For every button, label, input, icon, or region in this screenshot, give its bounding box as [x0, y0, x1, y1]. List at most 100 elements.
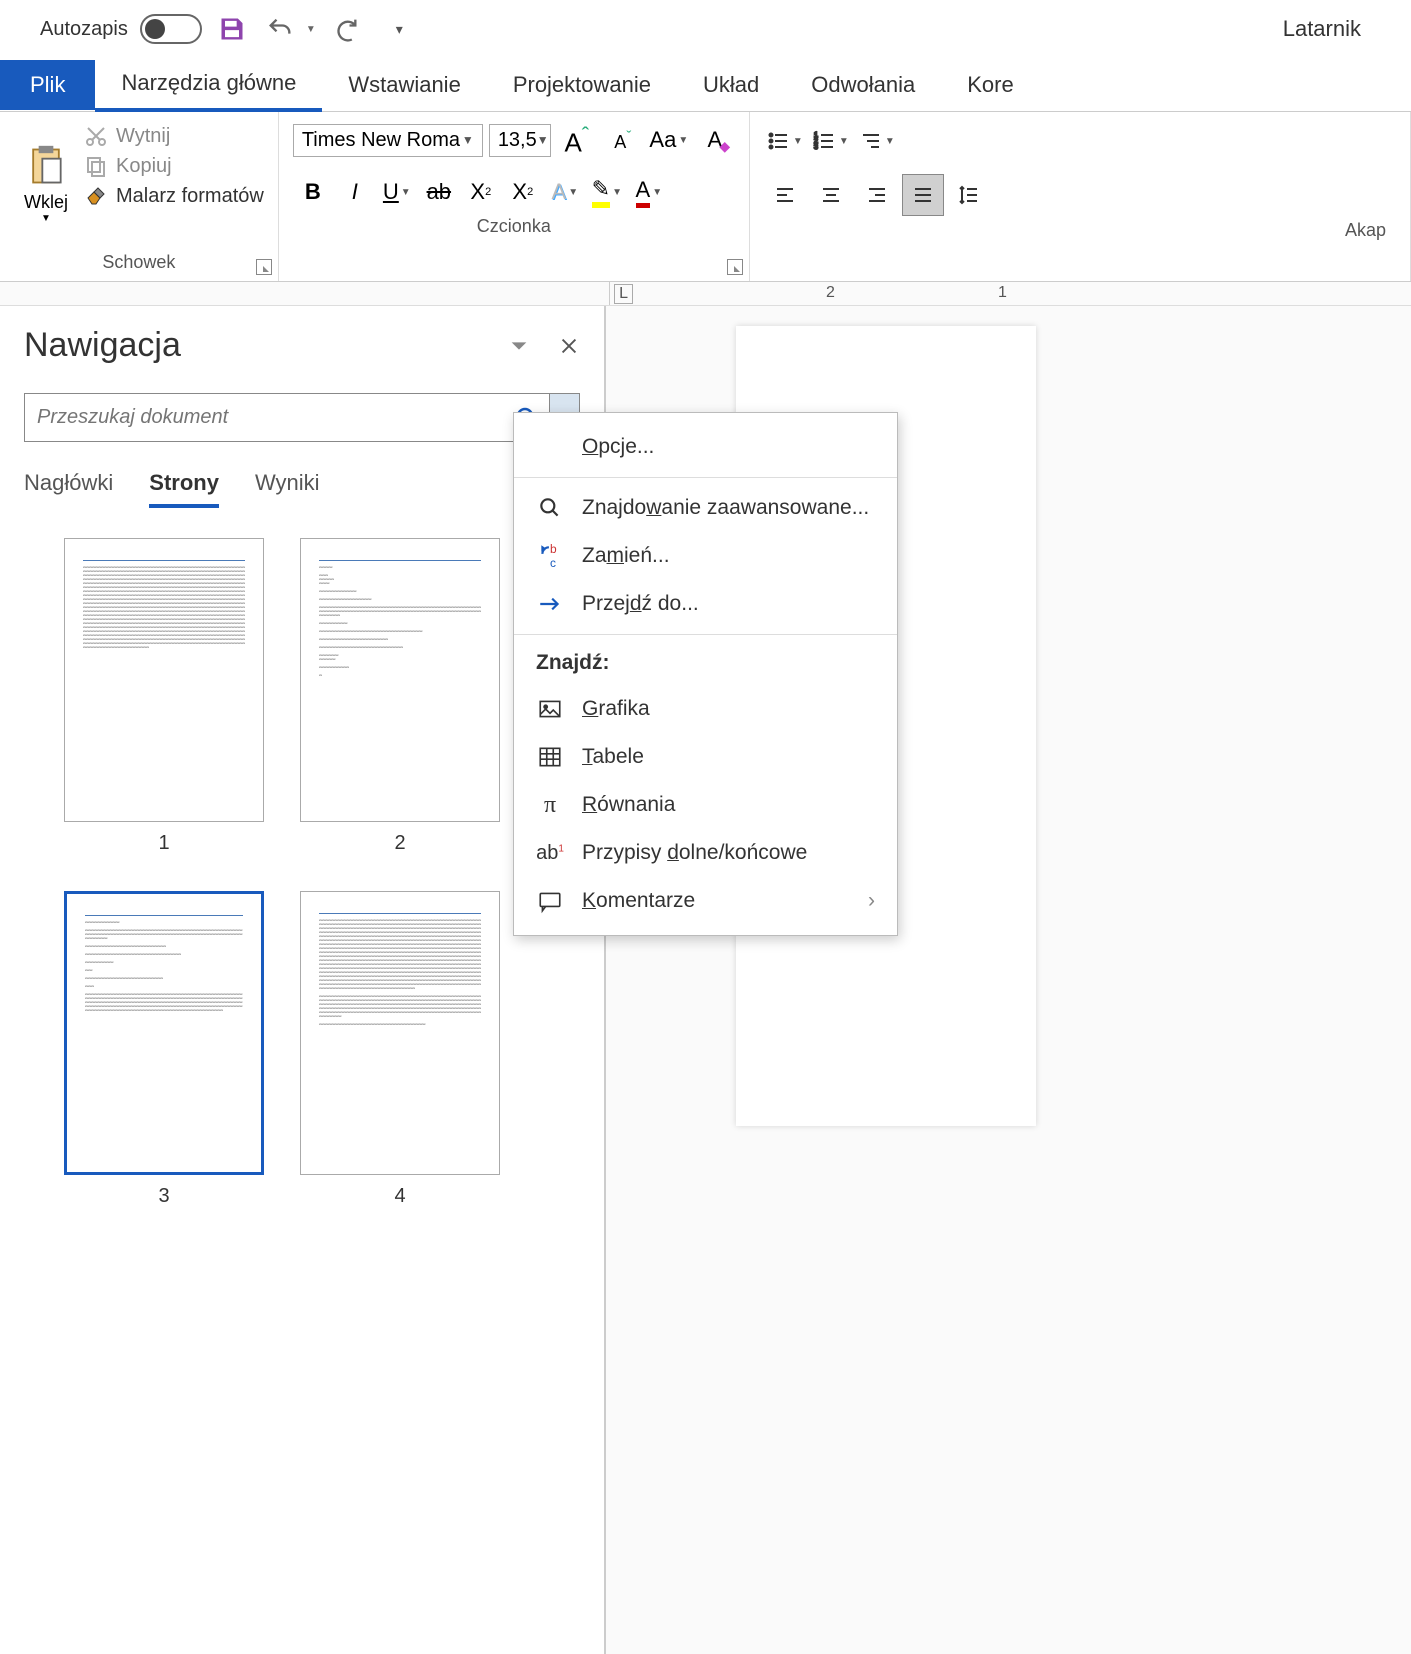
quick-access-toolbar: Autozapis ▼ ▾ Latarnik	[0, 0, 1411, 58]
menu-footnotes[interactable]: ab1 Przypisy dolne/końcowe	[514, 829, 897, 877]
group-label-paragraph: Akap	[764, 216, 1396, 241]
align-center-button[interactable]	[810, 174, 852, 216]
justify-button[interactable]	[902, 174, 944, 216]
menu-goto[interactable]: Przejdź do...	[514, 580, 897, 628]
navigation-tabs: Nagłówki Strony Wyniki	[24, 470, 580, 508]
align-right-button[interactable]	[856, 174, 898, 216]
numbering-button[interactable]: 123▼	[810, 120, 852, 162]
group-label-font: Czcionka	[293, 212, 735, 237]
undo-dropdown[interactable]: ▼	[306, 24, 316, 35]
page-thumbnails: xxxxxxxxxxxxxxxxxxxxxxxxxxxxxxxxxxxxxxxx…	[24, 538, 580, 1208]
scissors-icon	[84, 124, 108, 148]
tab-insert[interactable]: Wstawianie	[322, 60, 486, 110]
nav-tab-pages[interactable]: Strony	[149, 470, 219, 508]
group-font: Times New Roma▼ 13,5▼ Aˆ Aˇ Aa▼ A◆ B I U…	[279, 112, 750, 281]
menu-options[interactable]: Opcje...	[514, 423, 897, 471]
page-thumbnail[interactable]: xxxxxxxxxxxxxxxxxxxxxxxxxxxxxxxxxxxxxxxx…	[64, 538, 264, 822]
save-button[interactable]	[214, 11, 250, 47]
nav-close-icon[interactable]	[558, 335, 580, 357]
font-color-button[interactable]: A▼	[629, 172, 669, 212]
picture-icon	[537, 696, 563, 722]
svg-text:c: c	[550, 556, 556, 569]
italic-button[interactable]: I	[335, 172, 375, 212]
menu-comments[interactable]: Komentarze ›	[514, 877, 897, 925]
qat-customize[interactable]: ▾	[396, 21, 403, 38]
save-icon	[218, 15, 246, 43]
page-thumbnail[interactable]: xxxxxxxxxxxxxxxxxxxxxxxxxxxxxxxxxxxxxxxx…	[64, 891, 264, 1175]
cut-button[interactable]: Wytnij	[84, 124, 264, 148]
page-number: 2	[394, 832, 405, 855]
comment-icon	[537, 888, 563, 914]
ribbon-tabs: Plik Narzędzia główne Wstawianie Projekt…	[0, 58, 1411, 112]
chevron-right-icon: ›	[868, 889, 875, 913]
underline-button[interactable]: U▼	[377, 172, 417, 212]
pi-icon: π	[544, 792, 556, 819]
multilevel-button[interactable]: ▼	[856, 120, 898, 162]
paintbrush-icon	[84, 184, 108, 208]
font-launcher[interactable]	[727, 259, 743, 275]
align-left-button[interactable]	[764, 174, 806, 216]
page-thumbnail[interactable]: xxxxxxxxxxxxxxxxxxxxxxxxxxxxxxxxxxxxxxxx…	[300, 891, 500, 1175]
search-icon	[537, 495, 563, 521]
menu-graphics[interactable]: Grafika	[514, 685, 897, 733]
copy-button[interactable]: Kopiuj	[84, 154, 264, 178]
arrow-right-icon	[537, 591, 563, 617]
footnote-icon: ab1	[536, 842, 564, 865]
autosave-label: Autozapis	[40, 18, 128, 41]
paste-label: Wklej	[24, 192, 68, 213]
tab-layout[interactable]: Układ	[677, 60, 785, 110]
navigation-title: Nawigacja	[24, 326, 181, 365]
tab-file[interactable]: Plik	[0, 60, 95, 110]
font-family-select[interactable]: Times New Roma▼	[293, 124, 483, 157]
search-input[interactable]	[25, 394, 505, 441]
search-dropdown-menu: Opcje... Znajdowanie zaawansowane... bc …	[513, 412, 898, 936]
autosave-toggle[interactable]	[140, 14, 202, 44]
search-box: ▼	[24, 393, 580, 442]
grow-font-button[interactable]: Aˆ	[557, 120, 597, 160]
replace-icon: bc	[537, 543, 563, 569]
undo-icon	[266, 15, 294, 43]
format-painter-button[interactable]: Malarz formatów	[84, 184, 264, 208]
clipboard-launcher[interactable]	[256, 259, 272, 275]
group-clipboard: Wklej ▼ Wytnij Kopiuj Malarz formatów Sc…	[0, 112, 279, 281]
menu-find-section: Znajdź:	[514, 641, 897, 685]
change-case-button[interactable]: Aa▼	[649, 120, 689, 160]
shrink-font-button[interactable]: Aˇ	[603, 120, 643, 160]
document-title: Latarnik	[1283, 16, 1361, 42]
nav-tab-headings[interactable]: Nagłówki	[24, 470, 113, 508]
highlight-button[interactable]: ✎▼	[587, 172, 627, 212]
group-paragraph: ▼ 123▼ ▼ Akap	[750, 112, 1411, 281]
page-number: 1	[158, 832, 169, 855]
undo-button[interactable]	[262, 11, 298, 47]
nav-collapse-icon[interactable]	[508, 335, 530, 357]
svg-text:3: 3	[814, 144, 818, 151]
tab-design[interactable]: Projektowanie	[487, 60, 677, 110]
menu-replace[interactable]: bc Zamień...	[514, 532, 897, 580]
table-icon	[537, 744, 563, 770]
redo-button[interactable]	[328, 11, 364, 47]
font-size-select[interactable]: 13,5▼	[489, 124, 551, 157]
strikethrough-button[interactable]: ab	[419, 172, 459, 212]
menu-equations[interactable]: π Równania	[514, 781, 897, 829]
superscript-button[interactable]: X2	[503, 172, 543, 212]
page-thumbnail[interactable]: xxxxxxxxxxxxxxxxxxxxxxxxxxxxxxxxxxxxxxxx…	[300, 538, 500, 822]
text-effects-button[interactable]: A▼	[545, 172, 585, 212]
subscript-button[interactable]: X2	[461, 172, 501, 212]
tab-references[interactable]: Odwołania	[785, 60, 941, 110]
tab-home[interactable]: Narzędzia główne	[95, 58, 322, 112]
page-number: 3	[158, 1185, 169, 1208]
svg-text:b: b	[550, 543, 557, 556]
menu-tables[interactable]: Tabele	[514, 733, 897, 781]
ribbon: Wklej ▼ Wytnij Kopiuj Malarz formatów Sc…	[0, 112, 1411, 282]
nav-tab-results[interactable]: Wyniki	[255, 470, 320, 508]
ruler: 2 1	[0, 282, 1411, 306]
redo-icon	[332, 15, 360, 43]
line-spacing-button[interactable]	[948, 174, 990, 216]
clear-formatting-button[interactable]: A◆	[695, 120, 735, 160]
paste-icon[interactable]	[24, 144, 68, 188]
tab-mailings[interactable]: Kore	[941, 60, 1039, 110]
copy-icon	[84, 154, 108, 178]
menu-advanced-find[interactable]: Znajdowanie zaawansowane...	[514, 484, 897, 532]
bullets-button[interactable]: ▼	[764, 120, 806, 162]
bold-button[interactable]: B	[293, 172, 333, 212]
